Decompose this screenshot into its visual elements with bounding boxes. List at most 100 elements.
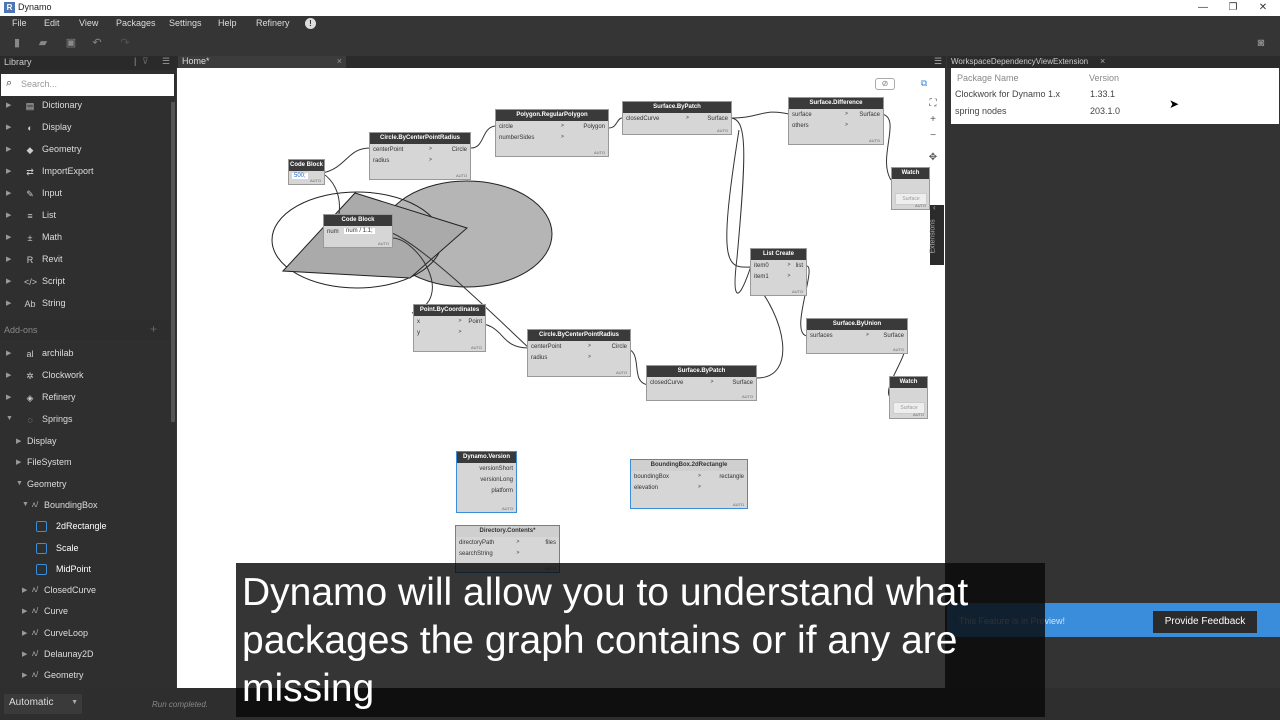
tabs-menu-icon[interactable]: ☰ — [934, 56, 942, 67]
input-port[interactable]: boundingBox — [634, 474, 669, 480]
addon-item-clockwork[interactable]: ▶ ✲ Clockwork — [0, 365, 170, 387]
output-port[interactable]: Circle — [452, 147, 467, 153]
output-port[interactable]: Circle — [612, 344, 627, 350]
output-port[interactable]: platform — [491, 488, 513, 494]
add-package-icon[interactable]: + — [150, 322, 157, 336]
node-code-block-1[interactable]: Code Block 500; AUTO — [288, 159, 325, 185]
code-text[interactable]: 500; — [292, 173, 308, 179]
addon-item-archilab[interactable]: ▶ al archilab — [0, 343, 170, 365]
input-port[interactable]: item1 — [754, 274, 769, 280]
extensions-side-tab[interactable]: ‹ Extensions — [930, 203, 944, 265]
input-port[interactable]: searchString — [459, 551, 493, 557]
library-subitem[interactable]: ▼ ʌ/BoundingBox — [0, 495, 170, 516]
output-port[interactable]: Surface — [707, 116, 728, 122]
library-item-display[interactable]: ▶ ◐ Display — [0, 117, 170, 139]
input-port[interactable]: centerPoint — [373, 147, 403, 153]
input-port[interactable]: others — [792, 123, 809, 129]
node-circle1[interactable]: Circle.ByCenterPointRadius centerPoint > ra… — [369, 132, 471, 180]
input-port[interactable]: elevation — [634, 485, 658, 491]
node-union[interactable]: Surface.ByUnion surfaces > Surface AUTO — [806, 318, 908, 354]
menu-settings[interactable]: Settings — [169, 18, 202, 28]
menu-help[interactable]: Help — [218, 18, 237, 28]
input-port[interactable]: closedCurve — [626, 116, 659, 122]
library-subitem[interactable]: ▼ Geometry — [0, 474, 170, 495]
output-port[interactable]: versionShort — [479, 466, 513, 472]
code-text[interactable]: num / 1.1; — [344, 228, 375, 234]
filter-icon[interactable]: ⊽ — [142, 56, 149, 67]
node-surface2[interactable]: Surface.ByPatch closedCurve > Surface AUTO — [646, 365, 757, 401]
extension-tab-close-icon[interactable]: × — [1100, 56, 1105, 66]
search-input[interactable]: Search... — [21, 79, 57, 89]
run-mode-dropdown[interactable]: Automatic ▼ — [4, 694, 82, 714]
library-search[interactable]: ⌕ Search... — [1, 74, 174, 96]
output-port[interactable]: list — [796, 263, 803, 269]
library-subitem[interactable]: MidPoint — [0, 559, 170, 580]
menu-file[interactable]: File — [12, 18, 27, 28]
library-item-script[interactable]: ▶ </> Script — [0, 271, 170, 293]
library-item-math[interactable]: ▶ ± Math — [0, 227, 170, 249]
library-item-importexport[interactable]: ▶ ⇄ ImportExport — [0, 161, 170, 183]
input-port[interactable]: y — [417, 330, 420, 336]
output-port[interactable]: Surface — [883, 333, 904, 339]
library-subitem[interactable]: ▶ ʌ/Curve — [0, 601, 170, 622]
redo-icon[interactable]: ↷ — [118, 36, 132, 50]
node-pointcoords[interactable]: Point.ByCoordinates x > y > Point AUTO — [413, 304, 486, 352]
pan-icon[interactable]: ✥ — [925, 152, 941, 163]
input-port[interactable]: x — [417, 319, 420, 325]
output-port[interactable]: versionLong — [480, 477, 513, 483]
restore-button[interactable]: ❐ — [1218, 0, 1248, 16]
output-port[interactable]: files — [545, 540, 556, 546]
input-port[interactable]: surfaces — [810, 333, 833, 339]
library-subitem[interactable]: ▶ ʌ/CurveLoop — [0, 623, 170, 644]
zoom-in-icon[interactable]: + — [925, 114, 941, 125]
output-port[interactable]: rectangle — [719, 474, 744, 480]
menu-refinery[interactable]: Refinery — [256, 18, 290, 28]
addon-item-refinery[interactable]: ▶ ◈ Refinery — [0, 387, 170, 409]
library-item-revit[interactable]: ▶ R Revit — [0, 249, 170, 271]
library-subitem[interactable]: Scale — [0, 538, 170, 559]
library-item-geometry[interactable]: ▶ ◆ Geometry — [0, 139, 170, 161]
menu-edit[interactable]: Edit — [44, 18, 60, 28]
collapse-arrow-icon[interactable]: ‹ — [933, 203, 936, 212]
node-circle2[interactable]: Circle.ByCenterPointRadius centerPoint > ra… — [527, 329, 631, 377]
tab-home[interactable]: Home* × — [178, 56, 346, 68]
library-subitem[interactable]: ▶ FileSystem — [0, 452, 170, 473]
provide-feedback-button[interactable]: Provide Feedback — [1153, 611, 1257, 633]
input-port[interactable]: circle — [499, 124, 513, 130]
library-subitem[interactable]: 2dRectangle — [0, 516, 170, 537]
library-item-input[interactable]: ▶ ✎ Input — [0, 183, 170, 205]
new-file-icon[interactable]: ▮ — [10, 36, 24, 50]
zoom-fit-icon[interactable]: ⛶ — [925, 98, 941, 109]
input-port[interactable]: directoryPath — [459, 540, 494, 546]
library-scrollbar[interactable] — [171, 102, 175, 422]
node-list-create[interactable]: List Create item0 > item1 > list AUTO — [750, 248, 807, 296]
library-subitem[interactable]: ▶ ʌ/ClosedCurve — [0, 580, 170, 601]
menu-view[interactable]: View — [79, 18, 98, 28]
layout-icon[interactable]: ☰ — [162, 56, 170, 67]
addon-item-springs[interactable]: ▼ ◌ Springs — [0, 409, 170, 431]
node-polygon[interactable]: Polygon.RegularPolygon circle > numberSides… — [495, 109, 609, 157]
table-row[interactable]: Clockwork for Dynamo 1.x 1.33.1 — [951, 86, 1279, 103]
code-input[interactable]: num — [327, 229, 339, 235]
undo-icon[interactable]: ↶ — [90, 36, 104, 50]
input-port[interactable]: centerPoint — [531, 344, 561, 350]
input-port[interactable]: closedCurve — [650, 380, 683, 386]
node-surface1[interactable]: Surface.ByPatch closedCurve > Surface AUTO — [622, 101, 732, 135]
library-subitem[interactable]: ▶ ʌ/Geometry — [0, 665, 170, 686]
save-icon[interactable]: ▣ — [64, 36, 78, 50]
node-version[interactable]: Dynamo.Version versionShort versionLong pla… — [456, 451, 517, 513]
camera-icon[interactable]: ◙ — [1254, 36, 1268, 50]
library-subitem[interactable]: ▶ Display — [0, 431, 170, 452]
output-port[interactable]: Surface — [732, 380, 753, 386]
node-difference[interactable]: Surface.Difference surface > others > Surface… — [788, 97, 884, 145]
input-port[interactable]: numberSides — [499, 135, 534, 141]
geometry-view-icon[interactable]: ⊘ — [875, 78, 895, 90]
output-port[interactable]: Polygon — [583, 124, 605, 130]
minimize-button[interactable]: — — [1188, 0, 1218, 16]
input-port[interactable]: radius — [531, 355, 547, 361]
input-port[interactable]: item0 — [754, 263, 769, 269]
output-port[interactable]: Surface — [859, 112, 880, 118]
library-item-dictionary[interactable]: ▶ ▤ Dictionary — [0, 95, 170, 117]
node-watch2[interactable]: Watch Surface AUTO — [889, 376, 928, 419]
extension-tab[interactable]: WorkspaceDependencyViewExtension × — [947, 56, 1280, 68]
